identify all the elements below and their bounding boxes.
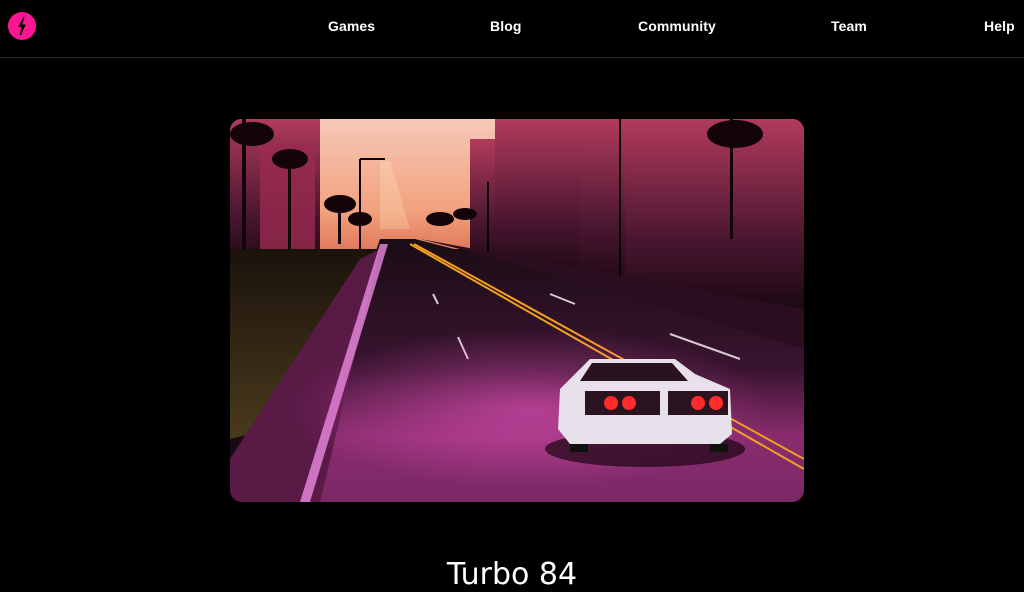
game-hero-image[interactable] <box>230 119 804 502</box>
nav-help[interactable]: Help <box>984 18 1015 34</box>
nav-community[interactable]: Community <box>638 18 716 34</box>
nav-blog[interactable]: Blog <box>490 18 522 34</box>
site-header: Games Blog Community Team Help <box>0 0 1024 58</box>
hero-scene <box>230 119 804 502</box>
lightning-bolt-circle-icon <box>8 12 36 40</box>
nav-games[interactable]: Games <box>328 18 375 34</box>
nav-team[interactable]: Team <box>831 18 867 34</box>
game-title: Turbo 84 <box>446 557 578 592</box>
logo-link[interactable] <box>8 12 36 40</box>
